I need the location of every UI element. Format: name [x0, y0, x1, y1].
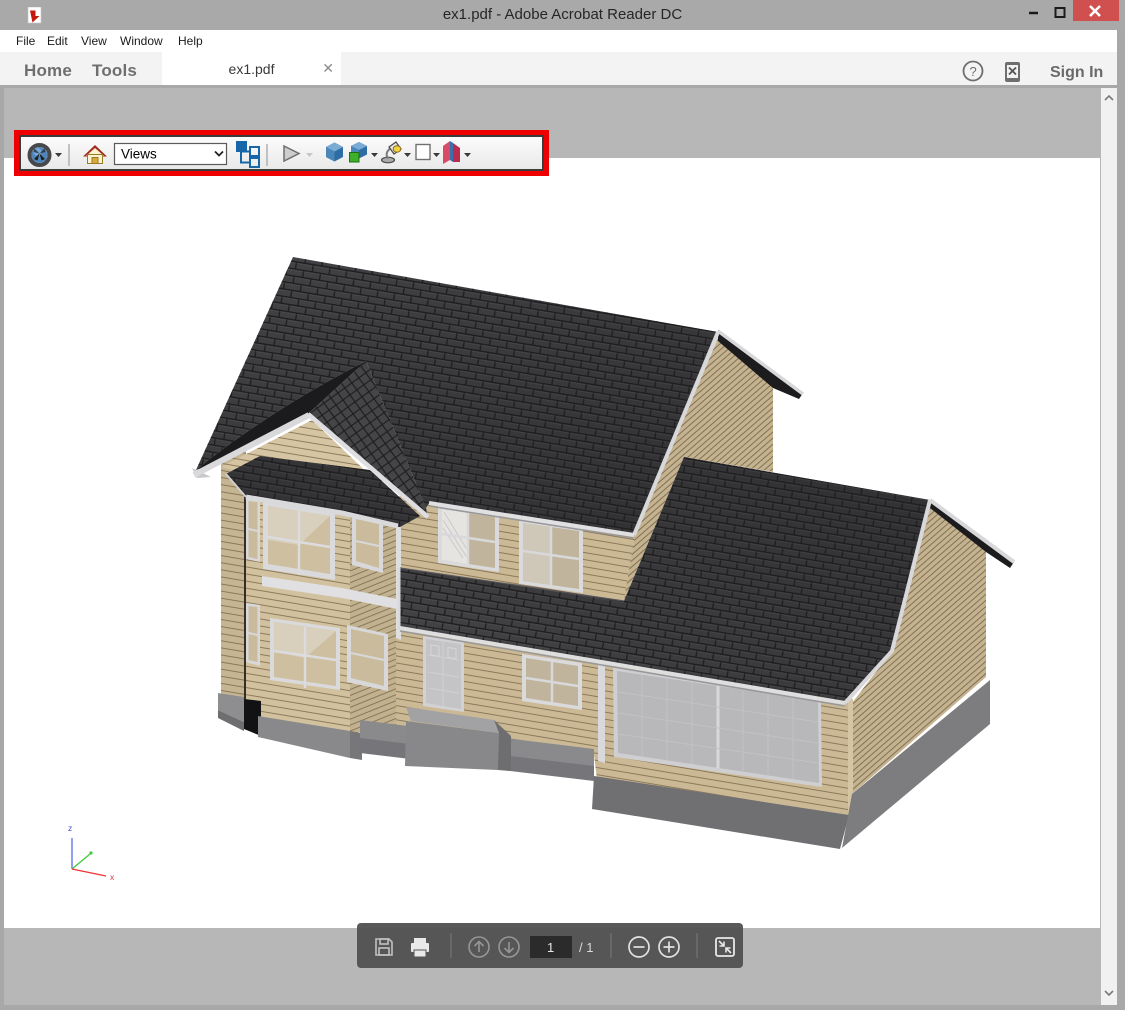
svg-text:z: z — [68, 823, 72, 833]
svg-text:Views: Views — [121, 147, 157, 162]
svg-text:/ 1: / 1 — [579, 940, 593, 955]
svg-text:x: x — [110, 872, 115, 882]
svg-text:?: ? — [970, 64, 977, 79]
svg-text:Sign In: Sign In — [1050, 64, 1103, 81]
svg-text:1: 1 — [547, 940, 554, 955]
